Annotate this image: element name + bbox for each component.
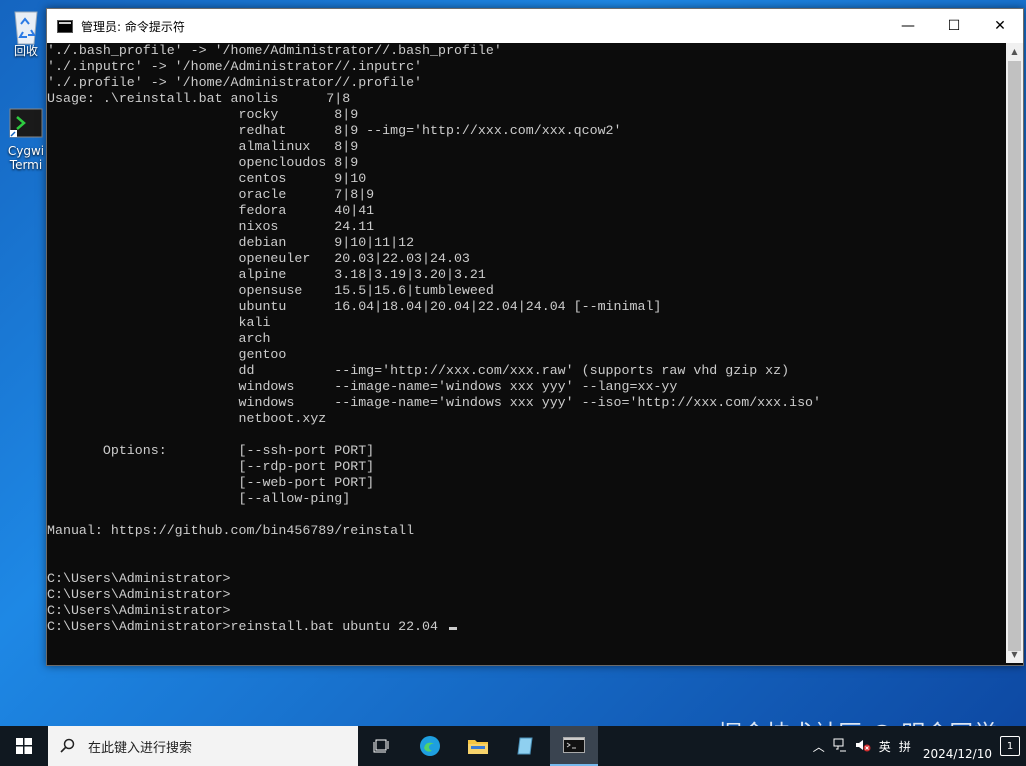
console-line: opensuse 15.5|15.6|tumbleweed xyxy=(47,283,494,298)
console-line: Options: [--ssh-port PORT] xyxy=(47,443,375,458)
close-button[interactable]: ✕ xyxy=(977,9,1023,43)
window-title: 管理员: 命令提示符 xyxy=(81,19,185,34)
command-prompt-window: 管理员: 命令提示符 — ☐ ✕ './.bash_profile' -> '/… xyxy=(46,8,1024,666)
console-line: gentoo xyxy=(47,347,287,362)
console-line: windows --image-name='windows xxx yyy' -… xyxy=(47,395,822,410)
console-line: Manual: https://github.com/bin456789/rei… xyxy=(47,523,415,538)
edge-icon xyxy=(420,736,440,756)
console-line: [--allow-ping] xyxy=(47,491,351,506)
console-line: redhat 8|9 --img='http://xxx.com/xxx.qco… xyxy=(47,123,622,138)
text-cursor xyxy=(448,627,457,630)
clock-date: 2024/12/10 xyxy=(922,747,992,761)
file-explorer-button[interactable] xyxy=(454,726,502,766)
console-line: arch xyxy=(47,331,271,346)
windows-logo-icon xyxy=(16,738,32,754)
console-line: C:\Users\Administrator>reinstall.bat ubu… xyxy=(47,619,1005,635)
minimize-button[interactable]: — xyxy=(885,9,931,43)
cmd-app-icon[interactable] xyxy=(57,19,73,33)
command-prompt-taskbar-button[interactable] xyxy=(550,726,598,766)
console-line: C:\Users\Administrator> xyxy=(47,587,231,602)
clock[interactable]: 2024/12/10 xyxy=(923,730,992,762)
scroll-down-arrow-icon[interactable]: ▼ xyxy=(1006,646,1023,663)
ime-pinyin-button[interactable]: 拼 xyxy=(899,738,911,755)
cygwin-label-line1: Cygwi xyxy=(7,144,45,158)
maximize-button[interactable]: ☐ xyxy=(931,9,977,43)
scroll-up-arrow-icon[interactable]: ▲ xyxy=(1006,43,1023,60)
system-tray: ︿ 英 拼 2024/12/10 xyxy=(805,726,992,766)
console-line: C:\Users\Administrator> xyxy=(47,571,231,586)
search-placeholder: 在此键入进行搜索 xyxy=(88,740,193,756)
cygwin-label-line2: Termi xyxy=(9,158,43,172)
task-view-button[interactable] xyxy=(358,726,406,766)
console-line: almalinux 8|9 xyxy=(47,139,359,154)
console-line: C:\Users\Administrator> xyxy=(47,603,231,618)
notification-center-button[interactable]: 1 xyxy=(1000,736,1020,756)
console-line: './.inputrc' -> '/home/Administrator//.i… xyxy=(47,59,423,74)
scroll-thumb[interactable] xyxy=(1008,61,1021,651)
console-line: alpine 3.18|3.19|3.20|3.21 xyxy=(47,267,486,282)
notebook-app-icon xyxy=(517,737,533,755)
console-line: rocky 8|9 xyxy=(47,107,359,122)
console-line: centos 9|10 xyxy=(47,171,367,186)
console-line: ubuntu 16.04|18.04|20.04|22.04|24.04 [--… xyxy=(47,299,662,314)
console-line: debian 9|10|11|12 xyxy=(47,235,415,250)
search-icon xyxy=(48,738,88,754)
recycle-bin-glyph-icon xyxy=(9,6,43,45)
folder-icon xyxy=(468,740,488,754)
console-line: windows --image-name='windows xxx yyy' -… xyxy=(47,379,678,394)
console-line: fedora 40|41 xyxy=(47,203,375,218)
task-view-icon xyxy=(373,739,389,753)
console-line: nixos 24.11 xyxy=(47,219,375,234)
recycle-bin-icon[interactable]: 回收 xyxy=(4,6,48,59)
console-output[interactable]: './.bash_profile' -> '/home/Administrato… xyxy=(47,43,1005,663)
taskbar-search-box[interactable]: 在此键入进行搜索 xyxy=(48,726,358,766)
console-line: kali xyxy=(47,315,271,330)
vertical-scrollbar[interactable]: ▲ ▼ xyxy=(1006,43,1023,663)
edge-taskbar-button[interactable] xyxy=(406,726,454,766)
console-line: opencloudos 8|9 xyxy=(47,155,359,170)
taskbar: 在此键入进行搜索 ︿ 英 拼 2024/12/10 1 xyxy=(0,726,1026,766)
title-bar[interactable]: 管理员: 命令提示符 — ☐ ✕ xyxy=(47,9,1023,43)
cygwin-terminal-shortcut[interactable]: Cygwi Termi xyxy=(4,108,48,172)
volume-muted-icon[interactable] xyxy=(855,738,871,755)
console-line: './.bash_profile' -> '/home/Administrato… xyxy=(47,43,502,58)
console-line: openeuler 20.03|22.03|24.03 xyxy=(47,251,470,266)
console-line: netboot.xyz xyxy=(47,411,327,426)
show-hidden-icons-chevron-icon[interactable]: ︿ xyxy=(813,738,825,755)
clock-time xyxy=(923,730,992,746)
app-taskbar-button[interactable] xyxy=(502,726,550,766)
console-line: [--web-port PORT] xyxy=(47,475,375,490)
console-line: [--rdp-port PORT] xyxy=(47,459,375,474)
console-line: dd --img='http://xxx.com/xxx.raw' (suppo… xyxy=(47,363,790,378)
console-line: './.profile' -> '/home/Administrator//.p… xyxy=(47,75,423,90)
console-line: Usage: .\reinstall.bat anolis 7|8 xyxy=(47,91,351,106)
ime-mode-button[interactable]: 英 xyxy=(879,738,891,755)
start-button[interactable] xyxy=(0,726,48,766)
terminal-icon xyxy=(9,108,43,142)
network-icon[interactable] xyxy=(833,738,847,755)
cmd-icon xyxy=(563,737,585,753)
console-line: oracle 7|8|9 xyxy=(47,187,375,202)
